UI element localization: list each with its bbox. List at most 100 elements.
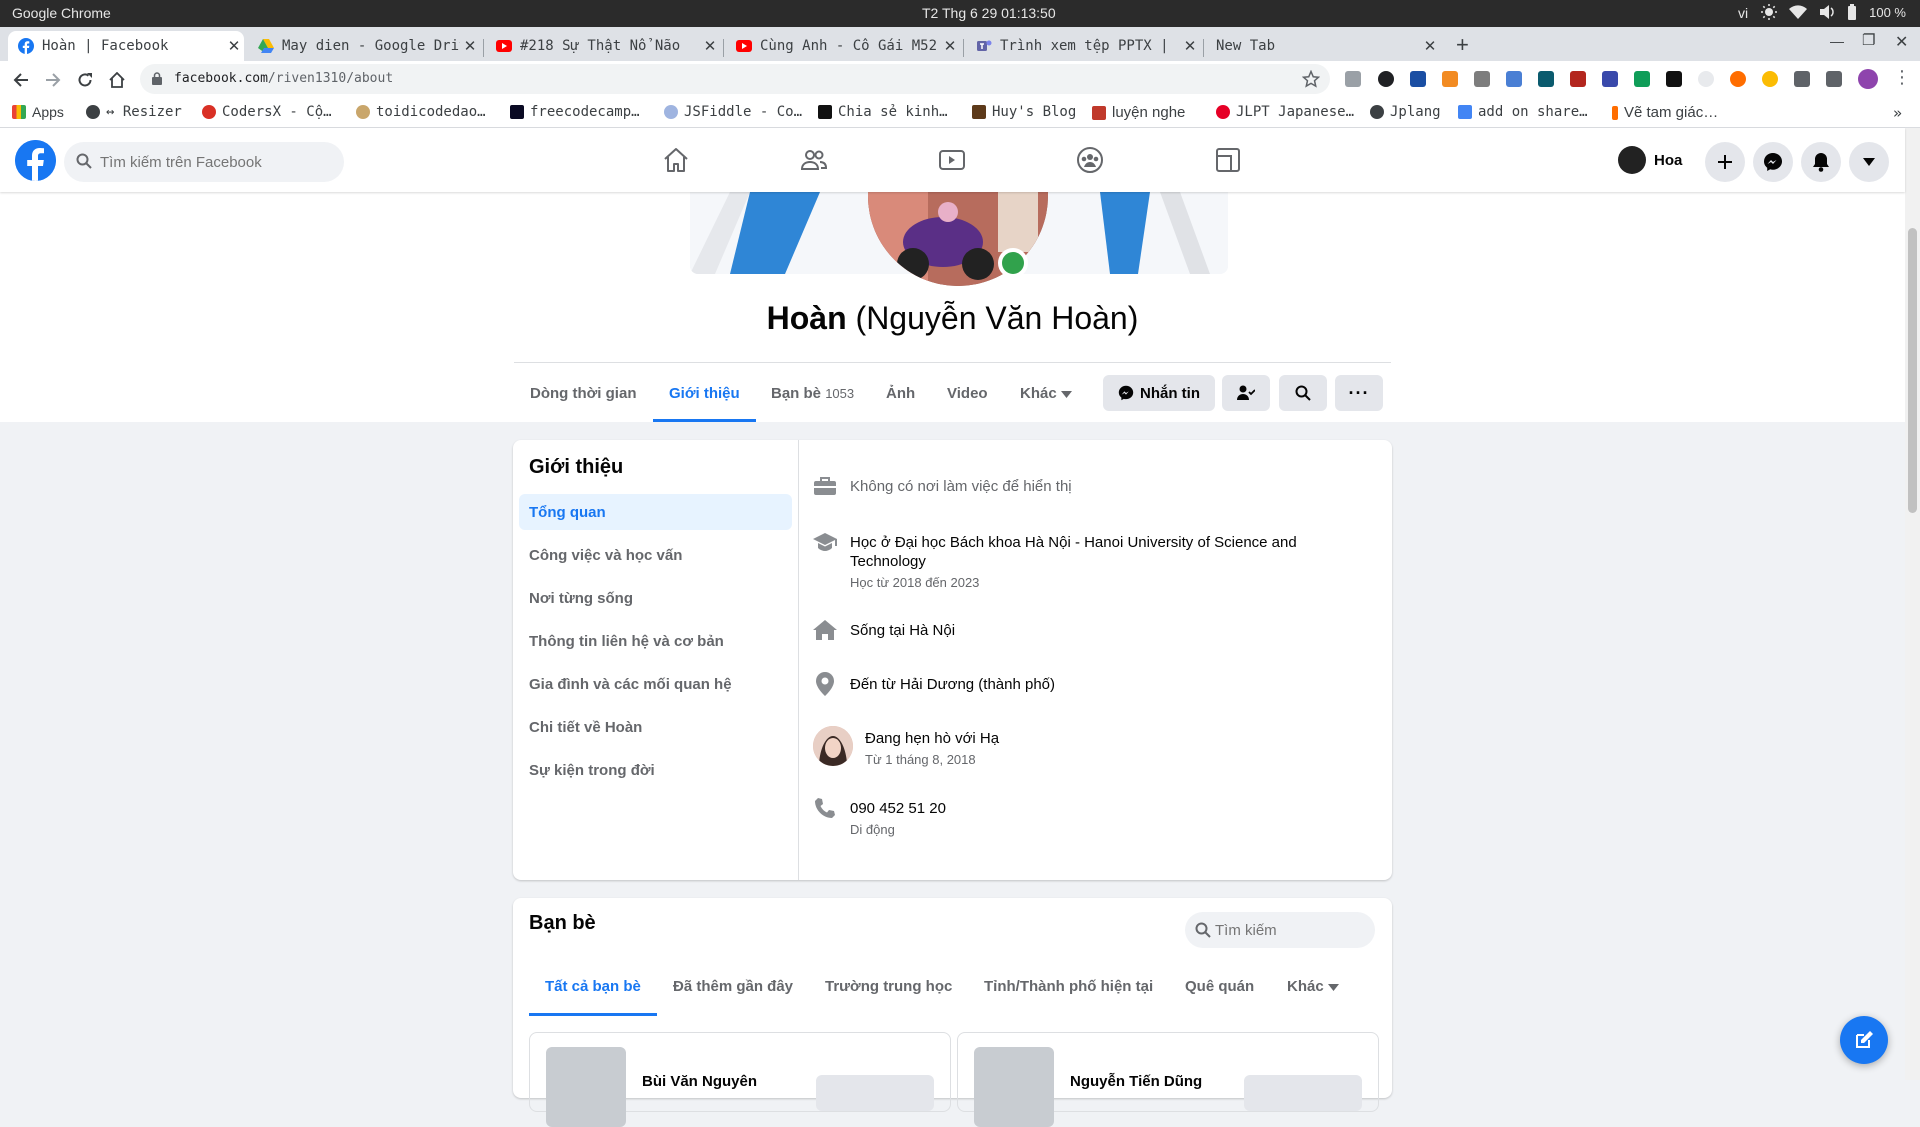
system-clock[interactable]: T2 Thg 6 29 01:13:50 xyxy=(922,5,1056,21)
about-menu-overview[interactable]: Tổng quan xyxy=(519,494,792,530)
extension-icon[interactable] xyxy=(1442,71,1458,87)
restore-button[interactable]: ❐ xyxy=(1862,31,1875,49)
about-hometown-text[interactable]: Đến từ Hải Dương (thành phố) xyxy=(850,675,1055,694)
new-tab-button[interactable]: + xyxy=(1456,32,1469,58)
bookmark-item[interactable]: Jplang xyxy=(1370,104,1441,120)
extension-icon[interactable] xyxy=(1634,71,1650,87)
url-text[interactable]: facebook.com/riven1310/about xyxy=(174,71,393,86)
friend-photo[interactable] xyxy=(546,1047,626,1127)
tab-about[interactable]: Giới thiệu xyxy=(669,385,740,402)
close-icon[interactable]: ✕ xyxy=(460,37,480,55)
about-menu-family-relationships[interactable]: Gia đình và các mối quan hệ xyxy=(519,666,792,702)
tab-youtube-2[interactable]: Cùng Anh - Cô Gái M52 ✕ xyxy=(726,31,960,61)
extension-icon[interactable] xyxy=(1602,71,1618,87)
page-scrollbar[interactable] xyxy=(1905,128,1920,1080)
about-menu-places-lived[interactable]: Nơi từng sống xyxy=(519,580,792,616)
new-message-button[interactable] xyxy=(1840,1016,1888,1064)
about-relationship-text[interactable]: Đang hẹn hò với Hạ xyxy=(865,729,999,748)
bookmark-item[interactable]: luyện nghe xyxy=(1092,104,1185,121)
back-button[interactable] xyxy=(10,69,32,91)
friend-name[interactable]: Bùi Văn Nguyên xyxy=(642,1073,757,1090)
partner-avatar[interactable] xyxy=(813,726,853,766)
minimize-button[interactable]: — xyxy=(1830,33,1844,49)
about-phone-number[interactable]: 090 452 51 20 xyxy=(850,799,946,818)
tab-new-tab[interactable]: New Tab ✕ xyxy=(1206,31,1440,61)
extension-icon[interactable] xyxy=(1570,71,1586,87)
bookmark-item[interactable]: JSFiddle - Co… xyxy=(664,104,802,120)
friends-title[interactable]: Bạn bè xyxy=(529,912,596,935)
tab-youtube-1[interactable]: #218 Sự Thật Nổ Não ✕ xyxy=(486,31,720,61)
more-bookmarks-icon[interactable]: » xyxy=(1893,104,1902,122)
facebook-search[interactable] xyxy=(64,142,344,182)
friend-photo[interactable] xyxy=(974,1047,1054,1127)
bookmark-item[interactable]: toidicodedao… xyxy=(356,104,486,120)
window-close-button[interactable]: ✕ xyxy=(1895,32,1908,52)
bookmark-item[interactable]: Huy's Blog xyxy=(972,104,1076,120)
extension-icon[interactable] xyxy=(1538,71,1554,87)
bookmark-apps[interactable]: Apps xyxy=(12,104,64,120)
friends-tab-recent[interactable]: Đã thêm gần đây xyxy=(673,978,793,995)
extension-icon[interactable] xyxy=(1345,71,1361,87)
tab-pptx-viewer[interactable]: Trình xem tệp PPTX | ✕ xyxy=(966,31,1200,61)
extension-icon[interactable] xyxy=(1762,71,1778,87)
notifications-button[interactable] xyxy=(1801,142,1841,182)
tab-facebook[interactable]: Hoàn | Facebook ✕ xyxy=(8,31,244,61)
about-education-text[interactable]: Học ở Đại học Bách khoa Hà Nội - Hanoi U… xyxy=(850,533,1320,571)
friend-action-button[interactable] xyxy=(816,1075,934,1111)
lock-icon[interactable] xyxy=(152,72,162,85)
create-button[interactable] xyxy=(1705,142,1745,182)
scrollbar-thumb[interactable] xyxy=(1908,228,1917,513)
nav-gaming[interactable] xyxy=(1206,142,1250,178)
reload-button[interactable] xyxy=(74,69,96,91)
facebook-search-input[interactable] xyxy=(100,142,330,182)
more-vertical-icon[interactable]: ⋮ xyxy=(1893,67,1911,88)
tab-videos[interactable]: Video xyxy=(947,385,988,402)
about-menu-life-events[interactable]: Sự kiện trong đời xyxy=(519,752,792,788)
message-button[interactable]: Nhắn tin xyxy=(1103,375,1215,411)
puzzle-icon[interactable] xyxy=(1794,71,1810,87)
about-menu-contact-basic-info[interactable]: Thông tin liên hệ và cơ bản xyxy=(519,623,792,659)
bookmark-star-icon[interactable] xyxy=(1302,70,1320,88)
friend-name[interactable]: Nguyễn Tiến Dũng xyxy=(1070,1073,1202,1090)
close-icon[interactable]: ✕ xyxy=(940,37,960,55)
friend-card[interactable]: Bùi Văn Nguyên xyxy=(529,1032,951,1127)
home-button[interactable] xyxy=(106,69,128,91)
bookmark-item[interactable]: freecodecamp… xyxy=(510,104,640,120)
messenger-button[interactable] xyxy=(1753,142,1793,182)
tab-more[interactable]: Khác xyxy=(1020,385,1072,402)
friends-tab-current-city[interactable]: Tỉnh/Thành phố hiện tại xyxy=(984,978,1153,995)
extension-icon[interactable] xyxy=(1410,71,1426,87)
system-tray[interactable]: 100 % xyxy=(1761,4,1906,20)
bookmark-item[interactable]: JLPT Japanese… xyxy=(1216,104,1354,120)
friend-status-button[interactable] xyxy=(1222,375,1270,411)
close-icon[interactable]: ✕ xyxy=(1180,37,1200,55)
address-bar[interactable]: facebook.com/riven1310/about xyxy=(140,64,1330,94)
bookmark-item[interactable]: Vẽ tam giác… xyxy=(1612,104,1718,121)
tab-photos[interactable]: Ảnh xyxy=(886,385,915,402)
user-profile-chip[interactable]: Hoa xyxy=(1618,144,1682,176)
extension-icon[interactable] xyxy=(1474,71,1490,87)
bookmark-item[interactable]: ↔ Resizer xyxy=(86,104,182,120)
bookmark-item[interactable]: add on share… xyxy=(1458,104,1588,120)
friends-tab-more[interactable]: Khác xyxy=(1287,978,1339,995)
close-icon[interactable]: ✕ xyxy=(1420,37,1440,55)
search-profile-button[interactable] xyxy=(1279,375,1327,411)
extension-icon[interactable] xyxy=(1506,71,1522,87)
extension-icon[interactable] xyxy=(1730,71,1746,87)
tab-timeline[interactable]: Dòng thời gian xyxy=(530,385,636,402)
about-menu-details[interactable]: Chi tiết về Hoàn xyxy=(519,709,792,745)
media-control-icon[interactable] xyxy=(1826,71,1842,87)
facebook-logo[interactable] xyxy=(15,140,56,181)
tab-google-drive[interactable]: May dien - Google Drive ✕ xyxy=(248,31,480,61)
input-language[interactable]: vi xyxy=(1738,5,1748,21)
profile-avatar[interactable] xyxy=(1858,69,1878,89)
friend-action-button[interactable] xyxy=(1244,1075,1362,1111)
friends-tab-all[interactable]: Tất cả bạn bè xyxy=(545,978,641,995)
friends-tab-high-school[interactable]: Trường trung học xyxy=(825,978,952,995)
nav-watch[interactable] xyxy=(930,142,974,178)
friends-tab-hometown[interactable]: Quê quán xyxy=(1185,978,1254,995)
friends-search-input[interactable] xyxy=(1215,912,1365,948)
about-menu-work-education[interactable]: Công việc và học vấn xyxy=(519,537,792,573)
forward-button[interactable] xyxy=(42,69,64,91)
close-icon[interactable]: ✕ xyxy=(700,37,720,55)
